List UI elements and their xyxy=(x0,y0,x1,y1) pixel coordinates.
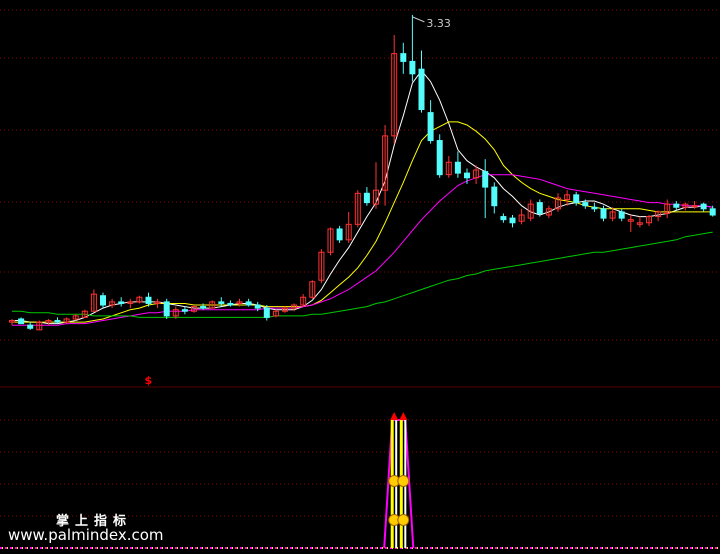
candle-down xyxy=(582,202,589,207)
price-annotations: 3.33 xyxy=(412,16,451,30)
candle-down xyxy=(418,68,425,111)
candle-down xyxy=(436,140,443,176)
candle-down xyxy=(500,216,507,221)
candle-down xyxy=(400,53,407,62)
candle-down xyxy=(245,301,252,306)
candle-down xyxy=(600,208,607,219)
candle-down xyxy=(464,172,470,179)
signal-marker: $ xyxy=(145,374,153,387)
candle-down xyxy=(100,295,106,306)
candle-down xyxy=(254,304,261,309)
signal-arrow xyxy=(390,412,399,420)
moving-average-lines xyxy=(12,69,713,326)
watermark-url: www.palmindex.com xyxy=(8,526,164,544)
candle-down xyxy=(163,301,170,317)
candle-down xyxy=(409,60,416,75)
ma20-line xyxy=(12,174,713,326)
ma10-line xyxy=(12,121,713,323)
candle-down xyxy=(673,203,680,208)
candle-down xyxy=(363,192,370,204)
candle-down xyxy=(482,171,489,188)
candle-down xyxy=(27,324,34,329)
kline-chart: 3.33 $ xyxy=(0,9,720,549)
candle-down xyxy=(509,217,516,224)
candle-down xyxy=(573,194,580,204)
grid-lines xyxy=(0,9,720,517)
candle-down xyxy=(491,186,498,207)
candle-down xyxy=(263,307,270,318)
coin-icon xyxy=(397,475,410,487)
high-label: 3.33 xyxy=(426,17,451,30)
signal-arrow xyxy=(399,412,408,420)
candle-down xyxy=(336,228,343,241)
candle-down xyxy=(618,211,625,219)
candle-down xyxy=(591,206,598,210)
candle-down xyxy=(709,208,716,216)
candle-down xyxy=(427,112,434,142)
ma5-line xyxy=(12,69,713,325)
candle-down xyxy=(118,301,125,304)
candle-down xyxy=(145,296,152,304)
candle-down xyxy=(536,202,543,214)
candle-down xyxy=(700,203,707,210)
candle-up xyxy=(691,205,698,208)
candle-down xyxy=(200,306,207,309)
candle-down xyxy=(227,302,234,306)
candle-down xyxy=(218,301,225,304)
candlesticks xyxy=(9,14,716,331)
coin-icon xyxy=(397,514,410,526)
candle-down xyxy=(181,309,188,312)
high-pointer xyxy=(412,16,425,23)
candle-down xyxy=(18,318,25,325)
candle-down xyxy=(54,320,61,323)
candle-down xyxy=(454,161,461,174)
